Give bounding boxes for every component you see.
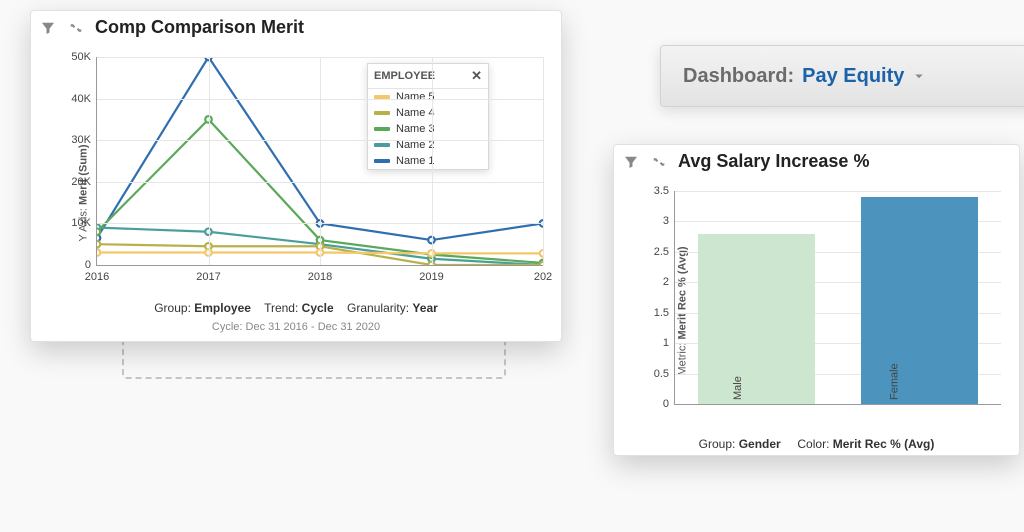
y-tick: 50K [71,51,91,63]
y-tick: 30K [71,134,91,146]
y-tick: 3 [663,215,669,227]
dashboard-label: Dashboard: [683,65,794,88]
legend-item[interactable]: Name 1 [368,153,488,169]
legend-item[interactable]: Name 4 [368,105,488,121]
expand-icon[interactable] [67,19,85,37]
y-tick: 2 [663,276,669,288]
panel-footer: Group: Gender Color: Merit Rec % (Avg) [614,437,1019,451]
line-chart-area: Y Axis: Merit (Sum) EMPLOYEE ✕ Name 5Nam… [31,45,561,341]
panel-title: Comp Comparison Merit [95,17,304,38]
y-tick: 0.5 [654,368,669,380]
line-plot[interactable]: EMPLOYEE ✕ Name 5Name 4Name 3Name 2Name … [96,57,543,266]
filter-icon[interactable] [39,19,57,37]
legend-item[interactable]: Name 3 [368,121,488,137]
bar[interactable]: Female [861,197,978,404]
y-tick: 10K [71,217,91,229]
x-tick: 2017 [196,271,220,283]
dashboard-dropdown-icon[interactable] [904,67,928,85]
bar-chart-area: Metric: Merit Rec % (Avg) 00.511.522.533… [614,179,1019,455]
y-tick: 1 [663,337,669,349]
panel-comp-comparison-merit: Comp Comparison Merit Y Axis: Merit (Sum… [30,10,562,342]
panel-title: Avg Salary Increase % [678,151,869,172]
expand-icon[interactable] [650,153,668,171]
x-tick: 2018 [308,271,332,283]
x-tick: 2016 [85,271,109,283]
legend-header: EMPLOYEE ✕ [368,64,488,89]
bar-label: Male [733,376,745,400]
y-tick: 0 [663,398,669,410]
x-tick: 202 [534,271,552,283]
bar-label: Female [889,363,901,400]
panel-header: Avg Salary Increase % [614,145,1019,176]
dashboard-header: Dashboard: Pay Equity [660,45,1024,107]
y-tick: 2.5 [654,246,669,258]
x-tick: 2019 [419,271,443,283]
legend-title: EMPLOYEE [374,70,435,82]
bar[interactable]: Male [698,234,815,404]
panel-footer: Group: Employee Trend: Cycle Granularity… [31,299,561,336]
legend-box[interactable]: EMPLOYEE ✕ Name 5Name 4Name 3Name 2Name … [367,63,489,170]
y-tick: 40K [71,93,91,105]
panel-avg-salary-increase: Avg Salary Increase % Metric: Merit Rec … [613,144,1020,456]
panel-header: Comp Comparison Merit [31,11,561,42]
y-tick: 3.5 [654,185,669,197]
legend-item[interactable]: Name 5 [368,89,488,105]
y-tick: 1.5 [654,307,669,319]
close-icon[interactable]: ✕ [471,68,482,84]
y-tick: 0 [85,259,91,271]
y-tick: 20K [71,176,91,188]
bar-plot[interactable]: 00.511.522.533.5MaleFemale [674,191,1001,405]
filter-icon[interactable] [622,153,640,171]
dashboard-name[interactable]: Pay Equity [802,65,904,88]
